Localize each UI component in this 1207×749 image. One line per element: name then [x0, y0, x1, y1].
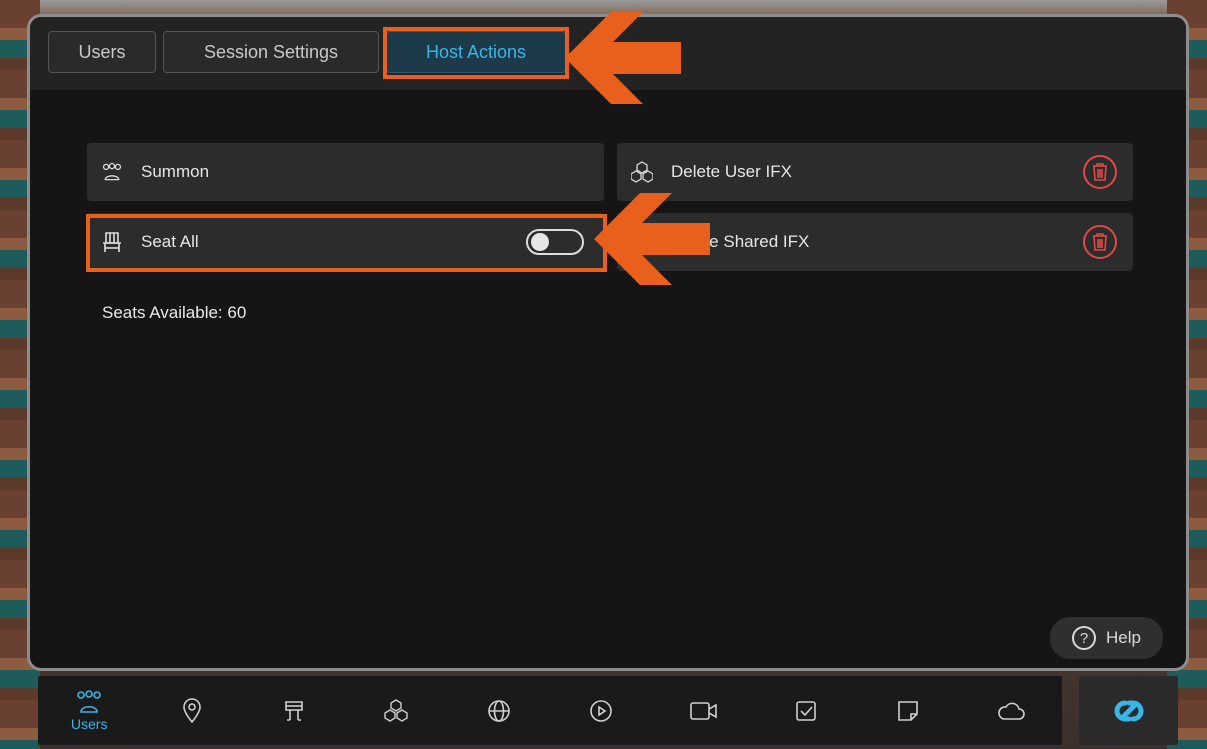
- video-camera-icon: [689, 701, 717, 720]
- delete-shared-ifx-row: ete Shared IFX: [617, 213, 1133, 271]
- toolbar-tasks[interactable]: [755, 676, 857, 745]
- cubes-icon: [631, 161, 653, 183]
- trash-icon: [1093, 163, 1107, 181]
- toolbar-video[interactable]: [652, 676, 754, 745]
- toolbar-objects[interactable]: [345, 676, 447, 745]
- summon-label: Summon: [141, 162, 210, 181]
- seat-all-row: Seat All: [87, 213, 604, 271]
- toolbar-users[interactable]: Users: [38, 676, 140, 745]
- brand-link-button[interactable]: [1079, 676, 1178, 745]
- delete-shared-ifx-label: ete Shared IFX: [695, 232, 810, 251]
- location-pin-icon: [182, 697, 201, 723]
- cubes-icon: [384, 698, 409, 722]
- toolbar-users-label: Users: [70, 715, 108, 732]
- users-icon: [77, 689, 101, 713]
- globe-icon: [487, 699, 510, 722]
- seats-available-text: Seats Available: 60: [102, 303, 247, 322]
- help-button[interactable]: ? Help: [1050, 617, 1163, 659]
- seat-all-label: Seat All: [141, 232, 199, 251]
- toolbar-web[interactable]: [448, 676, 550, 745]
- sticky-note-icon: [898, 700, 919, 721]
- seat-all-toggle[interactable]: [526, 229, 584, 255]
- toolbar-media[interactable]: [550, 676, 652, 745]
- tab-bar: Users Session Settings Host Actions: [30, 17, 1186, 90]
- toolbar-avatar[interactable]: [243, 676, 345, 745]
- tab-users[interactable]: Users: [48, 31, 156, 73]
- delete-user-ifx-label: Delete User IFX: [671, 162, 792, 181]
- shared-cubes-icon: [631, 231, 653, 253]
- toolbar-notes[interactable]: [857, 676, 959, 745]
- trash-icon: [1093, 233, 1107, 251]
- tab-host-actions[interactable]: Host Actions: [386, 31, 566, 73]
- delete-user-ifx-button[interactable]: [1083, 155, 1117, 189]
- bottom-toolbar: Users: [38, 676, 1062, 745]
- toolbar-cloud[interactable]: [960, 676, 1062, 745]
- link-logo-icon: [1114, 700, 1143, 721]
- delete-shared-ifx-button[interactable]: [1083, 225, 1117, 259]
- cloud-icon: [997, 702, 1025, 720]
- toggle-knob: [531, 233, 549, 251]
- toolbar-location[interactable]: [140, 676, 242, 745]
- chair-icon: [101, 231, 123, 253]
- play-icon: [590, 699, 612, 722]
- checkbox-icon: [796, 700, 816, 721]
- people-icon: [101, 161, 123, 183]
- help-label: Help: [1106, 628, 1141, 647]
- delete-user-ifx-row: Delete User IFX: [617, 143, 1133, 201]
- tab-session-settings[interactable]: Session Settings: [163, 31, 379, 73]
- avatar-icon: [285, 700, 303, 721]
- summon-button[interactable]: Summon: [87, 143, 604, 201]
- help-icon: ?: [1072, 626, 1097, 650]
- host-panel: Users Session Settings Host Actions Summ…: [27, 14, 1189, 671]
